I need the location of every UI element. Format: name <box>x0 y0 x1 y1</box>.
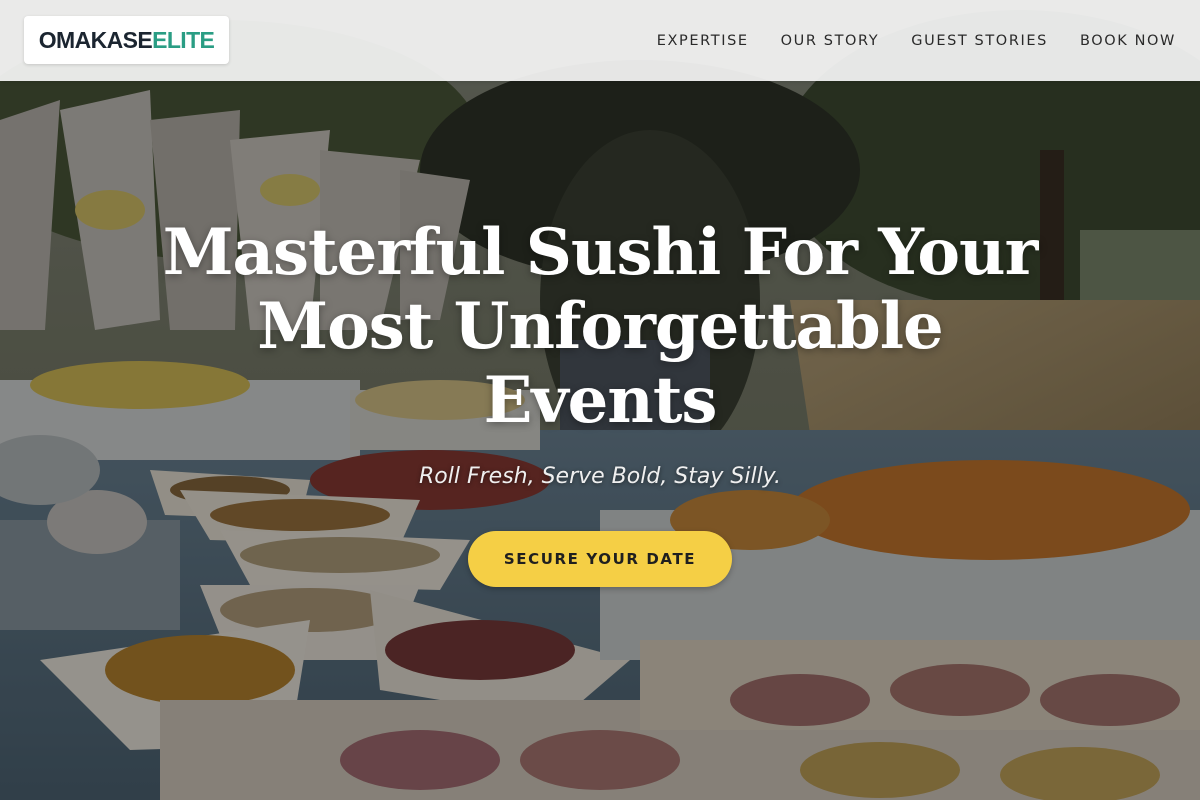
nav-link-expertise[interactable]: EXPERTISE <box>657 33 749 49</box>
page: OMAKASE ELITE EXPERTISE OUR STORY GUEST S… <box>0 0 1200 800</box>
hero-title: Masterful Sushi For Your Most Unforgetta… <box>162 215 1039 438</box>
main-nav: EXPERTISE OUR STORY GUEST STORIES BOOK N… <box>625 0 1176 81</box>
nav-link-book-now[interactable]: BOOK NOW <box>1080 33 1176 49</box>
nav-link-guest-stories[interactable]: GUEST STORIES <box>911 33 1048 49</box>
nav-link-our-story[interactable]: OUR STORY <box>781 33 880 49</box>
logo-text-primary: OMAKASE <box>38 26 153 53</box>
secure-your-date-button[interactable]: SECURE YOUR DATE <box>468 531 732 587</box>
hero-subtitle: Roll Fresh, Serve Bold, Stay Silly. <box>419 464 781 489</box>
site-logo[interactable]: OMAKASE ELITE <box>24 16 229 64</box>
site-header: OMAKASE ELITE EXPERTISE OUR STORY GUEST S… <box>0 0 1200 81</box>
logo-text-accent: ELITE <box>152 26 215 53</box>
hero-section: Masterful Sushi For Your Most Unforgetta… <box>0 216 1200 587</box>
